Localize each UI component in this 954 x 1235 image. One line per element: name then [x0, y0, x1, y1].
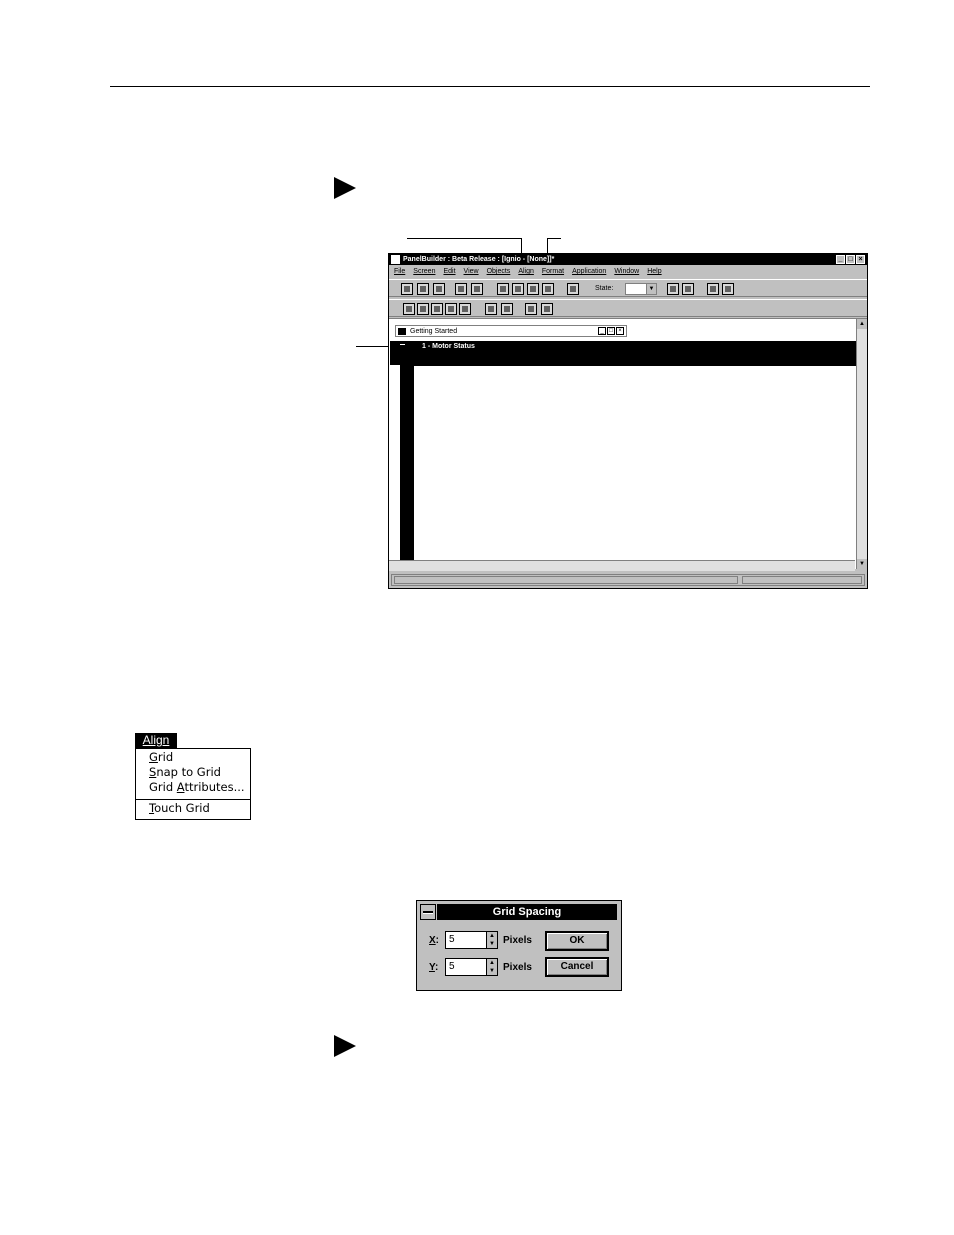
object-toolbar	[389, 299, 867, 317]
menu-screen[interactable]: Screen	[413, 266, 435, 277]
book-icon	[398, 328, 406, 335]
menu-format[interactable]: Format	[542, 266, 564, 277]
bring-front-icon[interactable]	[485, 303, 497, 315]
menu-file[interactable]: File	[394, 266, 405, 277]
dialog-title: Grid Spacing	[437, 904, 617, 920]
align-menu-header[interactable]: Align	[135, 733, 177, 748]
menu-item-grid-attributes[interactable]: Grid Attributes...	[149, 780, 245, 795]
menu-item-touch-grid[interactable]: Touch Grid	[149, 801, 210, 816]
list-tool-icon[interactable]	[431, 303, 443, 315]
new-icon[interactable]	[401, 283, 413, 295]
menu-objects[interactable]: Objects	[487, 266, 511, 277]
vertical-scrollbar[interactable]: ▲ ▼	[856, 319, 867, 569]
callout-line	[521, 238, 522, 254]
open-icon[interactable]	[417, 283, 429, 295]
close-button[interactable]: ×	[856, 255, 865, 264]
send-back-icon[interactable]	[501, 303, 513, 315]
spin-down-icon[interactable]: ▼	[487, 967, 497, 975]
group-icon[interactable]	[525, 303, 537, 315]
maximize-button[interactable]: □	[846, 255, 855, 264]
y-unit-label: Pixels	[503, 962, 532, 973]
header-rule	[110, 86, 870, 87]
ok-button[interactable]: OK	[545, 931, 609, 951]
state-combo[interactable]: ▼	[625, 283, 657, 295]
scroll-down-icon[interactable]: ▼	[857, 559, 867, 569]
save-icon[interactable]	[433, 283, 445, 295]
validate-icon[interactable]	[567, 283, 579, 295]
x-spacing-input[interactable]: 5	[445, 931, 487, 949]
app-title: PanelBuilder : Beta Release : [Ignio - […	[403, 256, 555, 263]
select-tool-icon[interactable]	[403, 303, 415, 315]
button-tool-icon[interactable]	[417, 303, 429, 315]
horizontal-scrollbar[interactable]	[389, 560, 855, 571]
y-spacing-input[interactable]: 5	[445, 958, 487, 976]
app-window: PanelBuilder : Beta Release : [Ignio - […	[388, 253, 868, 589]
grid-spacing-dialog: Grid Spacing X: 5 ▲ ▼ Pixels Y: 5 ▲ ▼ Pi…	[416, 900, 622, 991]
child-maximize-button[interactable]: □	[607, 327, 615, 335]
spin-down-icon[interactable]: ▼	[487, 940, 497, 948]
menu-view[interactable]: View	[464, 266, 479, 277]
x-spinner[interactable]: ▲ ▼	[486, 931, 498, 949]
menu-help[interactable]: Help	[647, 266, 661, 277]
system-menu-icon[interactable]	[400, 344, 405, 348]
status-pane	[394, 576, 738, 584]
x-unit-label: Pixels	[503, 935, 532, 946]
app-titlebar: PanelBuilder : Beta Release : [Ignio - […	[389, 254, 867, 265]
undo-icon[interactable]	[542, 283, 554, 295]
menu-edit[interactable]: Edit	[443, 266, 455, 277]
ungroup-icon[interactable]	[541, 303, 553, 315]
menu-align[interactable]: Align	[518, 266, 534, 277]
step-arrow-icon	[334, 1035, 356, 1057]
minimize-button[interactable]: _	[836, 255, 845, 264]
menu-item-snap-to-grid[interactable]: Snap to Grid	[149, 765, 221, 780]
menu-item-grid[interactable]: Grid	[149, 750, 173, 765]
spin-up-icon[interactable]: ▲	[487, 932, 497, 940]
next-state-icon[interactable]	[682, 283, 694, 295]
child-minimize-button[interactable]: _	[598, 327, 606, 335]
cancel-button[interactable]: Cancel	[545, 957, 609, 977]
menu-application[interactable]: Application	[572, 266, 606, 277]
scroll-up-icon[interactable]: ▲	[857, 319, 867, 329]
screen-titlebar: 1 - Motor Status	[390, 341, 856, 352]
status-pane	[742, 576, 862, 584]
system-menu-icon[interactable]	[420, 904, 436, 920]
zoom-out-icon[interactable]	[722, 283, 734, 295]
app-icon[interactable]	[391, 255, 400, 264]
callout-line	[547, 238, 561, 239]
menu-separator	[136, 799, 250, 800]
y-spinner[interactable]: ▲ ▼	[486, 958, 498, 976]
table-tool-icon[interactable]	[445, 303, 457, 315]
status-bar	[391, 574, 865, 586]
copy-icon[interactable]	[512, 283, 524, 295]
previous-state-icon[interactable]	[667, 283, 679, 295]
callout-line	[407, 238, 521, 239]
screen-title: 1 - Motor Status	[422, 343, 475, 350]
child-close-button[interactable]: ×	[616, 327, 624, 335]
screen-frame-top	[390, 352, 856, 365]
getting-started-window: Getting Started _ □ ×	[395, 325, 627, 337]
screen-canvas[interactable]	[414, 365, 856, 562]
y-label: Y:	[429, 962, 439, 973]
paste-icon[interactable]	[527, 283, 539, 295]
zoom-in-icon[interactable]	[707, 283, 719, 295]
step-arrow-icon	[334, 177, 356, 199]
workspace: Getting Started _ □ × 1 - Motor Status ▲…	[389, 318, 867, 569]
align-menu-label: Align	[142, 733, 170, 747]
main-toolbar: State: ▼	[389, 279, 867, 297]
download-icon[interactable]	[455, 283, 467, 295]
menu-bar: File Screen Edit View Objects Align Form…	[389, 266, 867, 277]
chevron-down-icon[interactable]: ▼	[646, 284, 656, 294]
x-label: X:	[429, 935, 440, 946]
cut-icon[interactable]	[497, 283, 509, 295]
spin-up-icon[interactable]: ▲	[487, 959, 497, 967]
align-menu: Grid Snap to Grid Grid Attributes... Tou…	[135, 748, 251, 820]
upload-icon[interactable]	[471, 283, 483, 295]
menu-window[interactable]: Window	[614, 266, 639, 277]
child-title: Getting Started	[410, 328, 458, 335]
screen-frame-left	[400, 365, 414, 565]
callout-line	[547, 238, 548, 254]
state-label: State:	[595, 285, 614, 292]
draw-tool-icon[interactable]	[459, 303, 471, 315]
